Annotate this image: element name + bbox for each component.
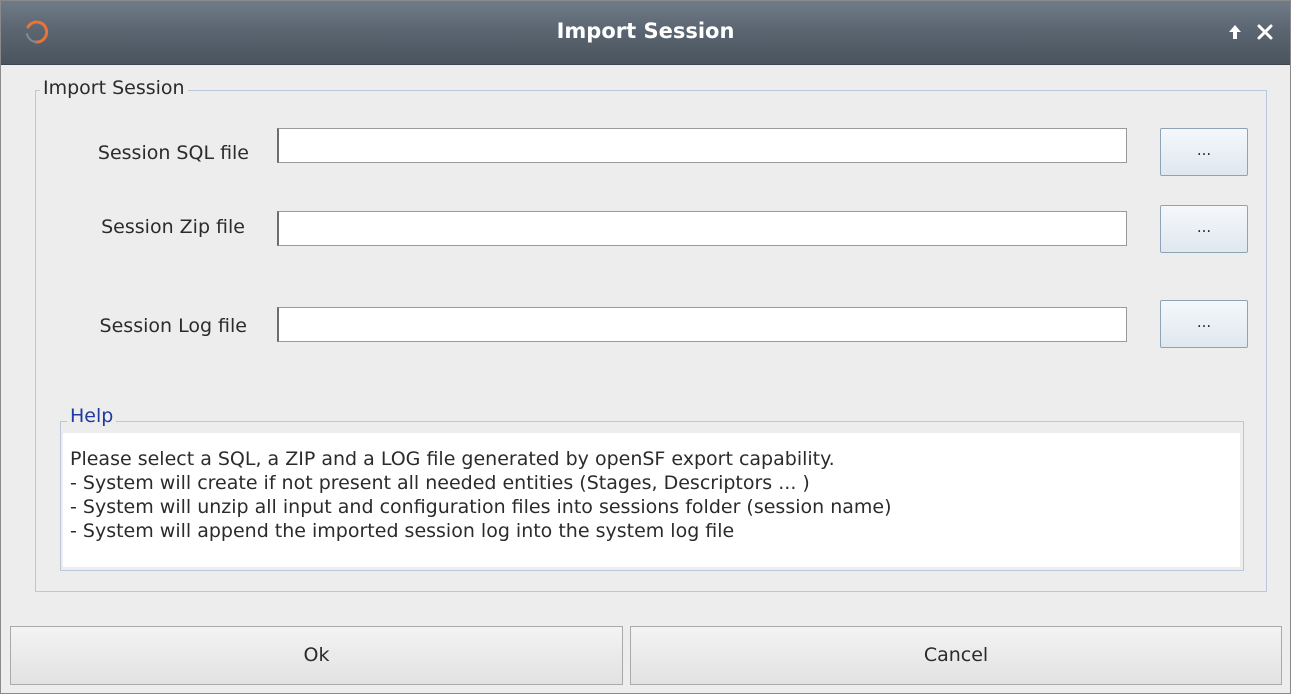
browse-zip-button[interactable]: ... — [1160, 205, 1248, 253]
keep-above-button[interactable] — [1224, 19, 1246, 45]
import-session-dialog: Import Session Import Session Session SQ… — [0, 0, 1291, 694]
session-sql-file-input[interactable] — [277, 128, 1127, 163]
arrow-up-icon — [1229, 25, 1241, 39]
cancel-button[interactable]: Cancel — [630, 626, 1282, 685]
close-button[interactable] — [1254, 19, 1276, 45]
browse-log-button[interactable]: ... — [1160, 300, 1248, 348]
session-zip-file-label: Session Zip file — [101, 216, 245, 238]
help-line: - System will create if not present all … — [70, 472, 810, 494]
session-sql-file-label: Session SQL file — [97, 142, 249, 164]
help-line: Please select a SQL, a ZIP and a LOG fil… — [70, 448, 835, 470]
window-title: Import Session — [556, 19, 735, 43]
close-icon — [1257, 24, 1273, 40]
session-zip-file-input[interactable] — [277, 211, 1127, 246]
help-line: - System will append the imported sessio… — [70, 520, 735, 542]
ok-button[interactable]: Ok — [10, 626, 623, 685]
help-text-area: Please select a SQL, a ZIP and a LOG fil… — [63, 433, 1240, 567]
session-log-file-input[interactable] — [277, 307, 1127, 342]
session-log-file-label: Session Log file — [99, 315, 247, 337]
title-bar[interactable]: Import Session — [1, 1, 1290, 65]
import-session-legend: Import Session — [40, 78, 188, 98]
help-legend: Help — [67, 406, 117, 426]
browse-sql-button[interactable]: ... — [1160, 128, 1248, 176]
help-line: - System will unzip all input and config… — [70, 496, 892, 518]
